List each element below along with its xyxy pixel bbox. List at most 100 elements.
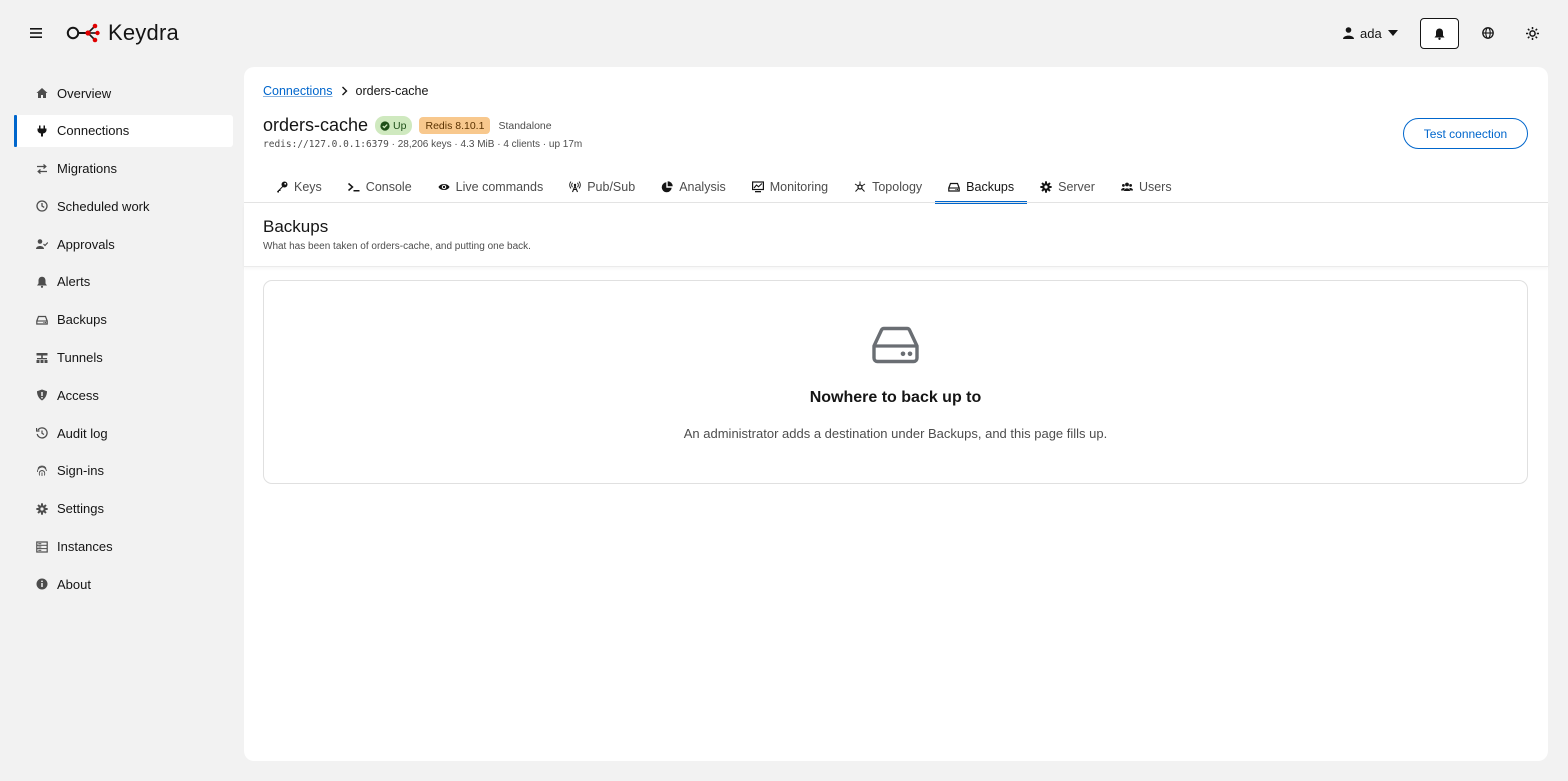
network-icon xyxy=(36,352,48,364)
sidebar-item-about[interactable]: About xyxy=(14,568,233,600)
status-badge: Up xyxy=(375,116,413,135)
sidebar-item-label: Tunnels xyxy=(57,350,103,366)
user-name: ada xyxy=(1360,25,1382,41)
tab-topology[interactable]: Topology xyxy=(841,171,935,203)
user-icon xyxy=(1343,27,1354,39)
connection-meta: redis://127.0.0.1:6379 · 28,206 keys · 4… xyxy=(263,139,582,150)
tab-label: Server xyxy=(1058,180,1095,194)
sidebar-item-sign-ins[interactable]: Sign-ins xyxy=(14,455,233,487)
broadcast-icon xyxy=(569,181,581,193)
caret-down-icon xyxy=(1387,30,1398,36)
fingerprint-icon xyxy=(36,465,48,477)
connection-header: orders-cache Up Redis 8.10.1 Standalone xyxy=(263,115,552,136)
sidebar-item-migrations[interactable]: Migrations xyxy=(14,153,233,185)
mode-label: Standalone xyxy=(498,119,552,132)
sidebar-item-tunnels[interactable]: Tunnels xyxy=(14,342,233,374)
sidebar-item-label: Instances xyxy=(57,539,113,555)
sidebar-item-backups[interactable]: Backups xyxy=(14,304,233,336)
sidebar-item-label: Audit log xyxy=(57,425,108,441)
sidebar-item-access[interactable]: Access xyxy=(14,379,233,411)
user-menu[interactable]: ada xyxy=(1343,22,1398,44)
tab-label: Pub/Sub xyxy=(587,180,636,194)
connection-tabs: Keys Console Live commands Pub/Sub Analy… xyxy=(263,171,1185,204)
sidebar-item-approvals[interactable]: Approvals xyxy=(14,228,233,260)
sidebar-item-label: Backups xyxy=(57,312,107,328)
exchange-icon xyxy=(36,163,48,175)
tab-server[interactable]: Server xyxy=(1027,171,1108,203)
sidebar-item-settings[interactable]: Settings xyxy=(14,493,233,525)
sidebar-item-audit-log[interactable]: Audit log xyxy=(14,417,233,449)
history-icon xyxy=(36,427,48,439)
topology-icon xyxy=(854,181,866,193)
sidebar-item-scheduled-work[interactable]: Scheduled work xyxy=(14,190,233,222)
tab-keys[interactable]: Keys xyxy=(263,171,335,203)
sidebar-item-connections[interactable]: Connections xyxy=(14,114,233,147)
connection-url: redis://127.0.0.1:6379 xyxy=(263,139,389,150)
language-button[interactable] xyxy=(1479,24,1497,42)
key-icon xyxy=(276,181,288,193)
tab-backups[interactable]: Backups xyxy=(935,171,1028,204)
tab-analysis[interactable]: Analysis xyxy=(648,171,739,203)
keydra-logo-icon xyxy=(66,23,100,43)
tab-live-commands[interactable]: Live commands xyxy=(425,171,557,203)
terminal-icon xyxy=(347,181,360,193)
hamburger-menu-icon[interactable] xyxy=(27,24,45,42)
sidebar-item-label: Settings xyxy=(57,501,104,517)
breadcrumb: Connections orders-cache xyxy=(263,84,428,98)
tab-label: Monitoring xyxy=(769,180,829,194)
bell-icon xyxy=(36,276,48,288)
hdd-icon xyxy=(872,326,919,364)
sidebar-item-label: Approvals xyxy=(57,236,115,252)
check-circle-icon xyxy=(380,120,390,131)
home-icon xyxy=(36,87,48,99)
theme-toggle-button[interactable] xyxy=(1523,24,1541,42)
sidebar-item-overview[interactable]: Overview xyxy=(14,77,233,109)
chevron-right-icon xyxy=(341,86,347,96)
server-icon xyxy=(36,540,48,553)
tab-console[interactable]: Console xyxy=(335,171,425,203)
bell-icon xyxy=(1434,28,1445,40)
tab-users[interactable]: Users xyxy=(1108,171,1185,203)
empty-state-title: Nowhere to back up to xyxy=(809,389,982,406)
connection-stats: · 28,206 keys · 4.3 MiB · 4 clients · up… xyxy=(388,139,583,150)
tab-label: Live commands xyxy=(455,180,544,194)
notifications-button[interactable] xyxy=(1420,18,1459,49)
globe-icon xyxy=(1482,27,1494,39)
sidebar-item-label: Alerts xyxy=(57,274,91,290)
main-content: Connections orders-cache orders-cache Up… xyxy=(244,67,1548,761)
clock-icon xyxy=(36,200,48,213)
sidebar-item-label: Access xyxy=(57,387,99,403)
sidebar-item-label: About xyxy=(57,576,91,592)
gear-icon xyxy=(1040,181,1052,193)
tab-label: Analysis xyxy=(679,180,726,194)
sidebar-item-instances[interactable]: Instances xyxy=(14,531,233,563)
tab-pub-sub[interactable]: Pub/Sub xyxy=(556,171,648,203)
page-title: orders-cache xyxy=(263,115,369,135)
gear-icon xyxy=(36,503,48,515)
section-subtitle: What has been taken of orders-cache, and… xyxy=(263,241,531,252)
breadcrumb-link-connections[interactable]: Connections xyxy=(263,84,333,98)
empty-state-card: Nowhere to back up to An administrator a… xyxy=(263,280,1528,484)
tab-label: Topology xyxy=(872,180,923,194)
app-logo[interactable]: Keydra xyxy=(66,18,179,48)
sidebar-item-alerts[interactable]: Alerts xyxy=(14,266,233,298)
hdd-icon xyxy=(948,181,960,193)
hdd-icon xyxy=(36,314,48,326)
plug-icon xyxy=(36,125,48,137)
sidebar-item-label: Scheduled work xyxy=(57,198,150,214)
masthead: Keydra ada xyxy=(0,0,1568,67)
user-check-icon xyxy=(36,238,48,250)
status-label: Up xyxy=(393,119,407,132)
eye-icon xyxy=(438,181,450,193)
test-connection-button[interactable]: Test connection xyxy=(1403,118,1528,149)
sidebar-nav: Overview Connections Migrations Schedule… xyxy=(0,77,244,606)
sidebar-item-label: Connections xyxy=(57,123,130,139)
sidebar-item-label: Sign-ins xyxy=(57,463,104,479)
section-title: Backups xyxy=(263,217,329,236)
tab-label: Users xyxy=(1138,180,1172,194)
chart-monitor-icon xyxy=(751,181,764,193)
version-badge: Redis 8.10.1 xyxy=(419,117,491,134)
tab-monitoring[interactable]: Monitoring xyxy=(739,171,841,203)
empty-state-text: An administrator adds a destination unde… xyxy=(683,426,1108,441)
tab-label: Keys xyxy=(294,180,322,194)
